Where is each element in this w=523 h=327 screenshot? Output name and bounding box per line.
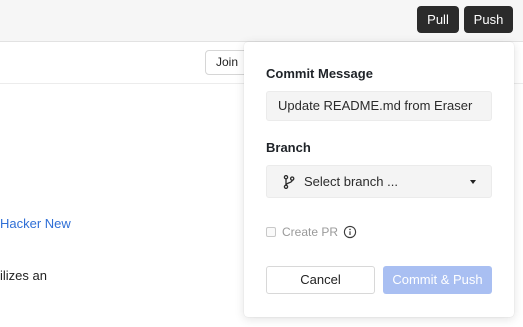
top-toolbar: Pull Push	[0, 0, 523, 42]
git-branch-icon	[283, 175, 295, 189]
push-button[interactable]: Push	[464, 6, 513, 33]
document-link[interactable]: Hacker New	[0, 216, 71, 231]
pull-button[interactable]: Pull	[417, 6, 459, 33]
commit-push-button[interactable]: Commit & Push	[383, 266, 492, 294]
create-pr-checkbox[interactable]	[266, 227, 276, 237]
document-text: ilizes an	[0, 268, 47, 283]
branch-select[interactable]: Select branch ...	[266, 165, 492, 198]
commit-message-input[interactable]: Update README.md from Eraser	[266, 91, 492, 121]
info-icon[interactable]	[343, 225, 357, 239]
branch-label: Branch	[266, 140, 311, 155]
branch-select-value: Select branch ...	[304, 174, 398, 189]
app-page: Pull Push Join Hacker New ilizes an Comm…	[0, 0, 523, 327]
commit-popover: Commit Message Update README.md from Era…	[244, 42, 514, 317]
chevron-down-icon	[470, 180, 476, 184]
create-pr-label: Create PR	[282, 225, 339, 239]
cancel-button[interactable]: Cancel	[266, 266, 375, 294]
commit-message-label: Commit Message	[266, 66, 373, 81]
